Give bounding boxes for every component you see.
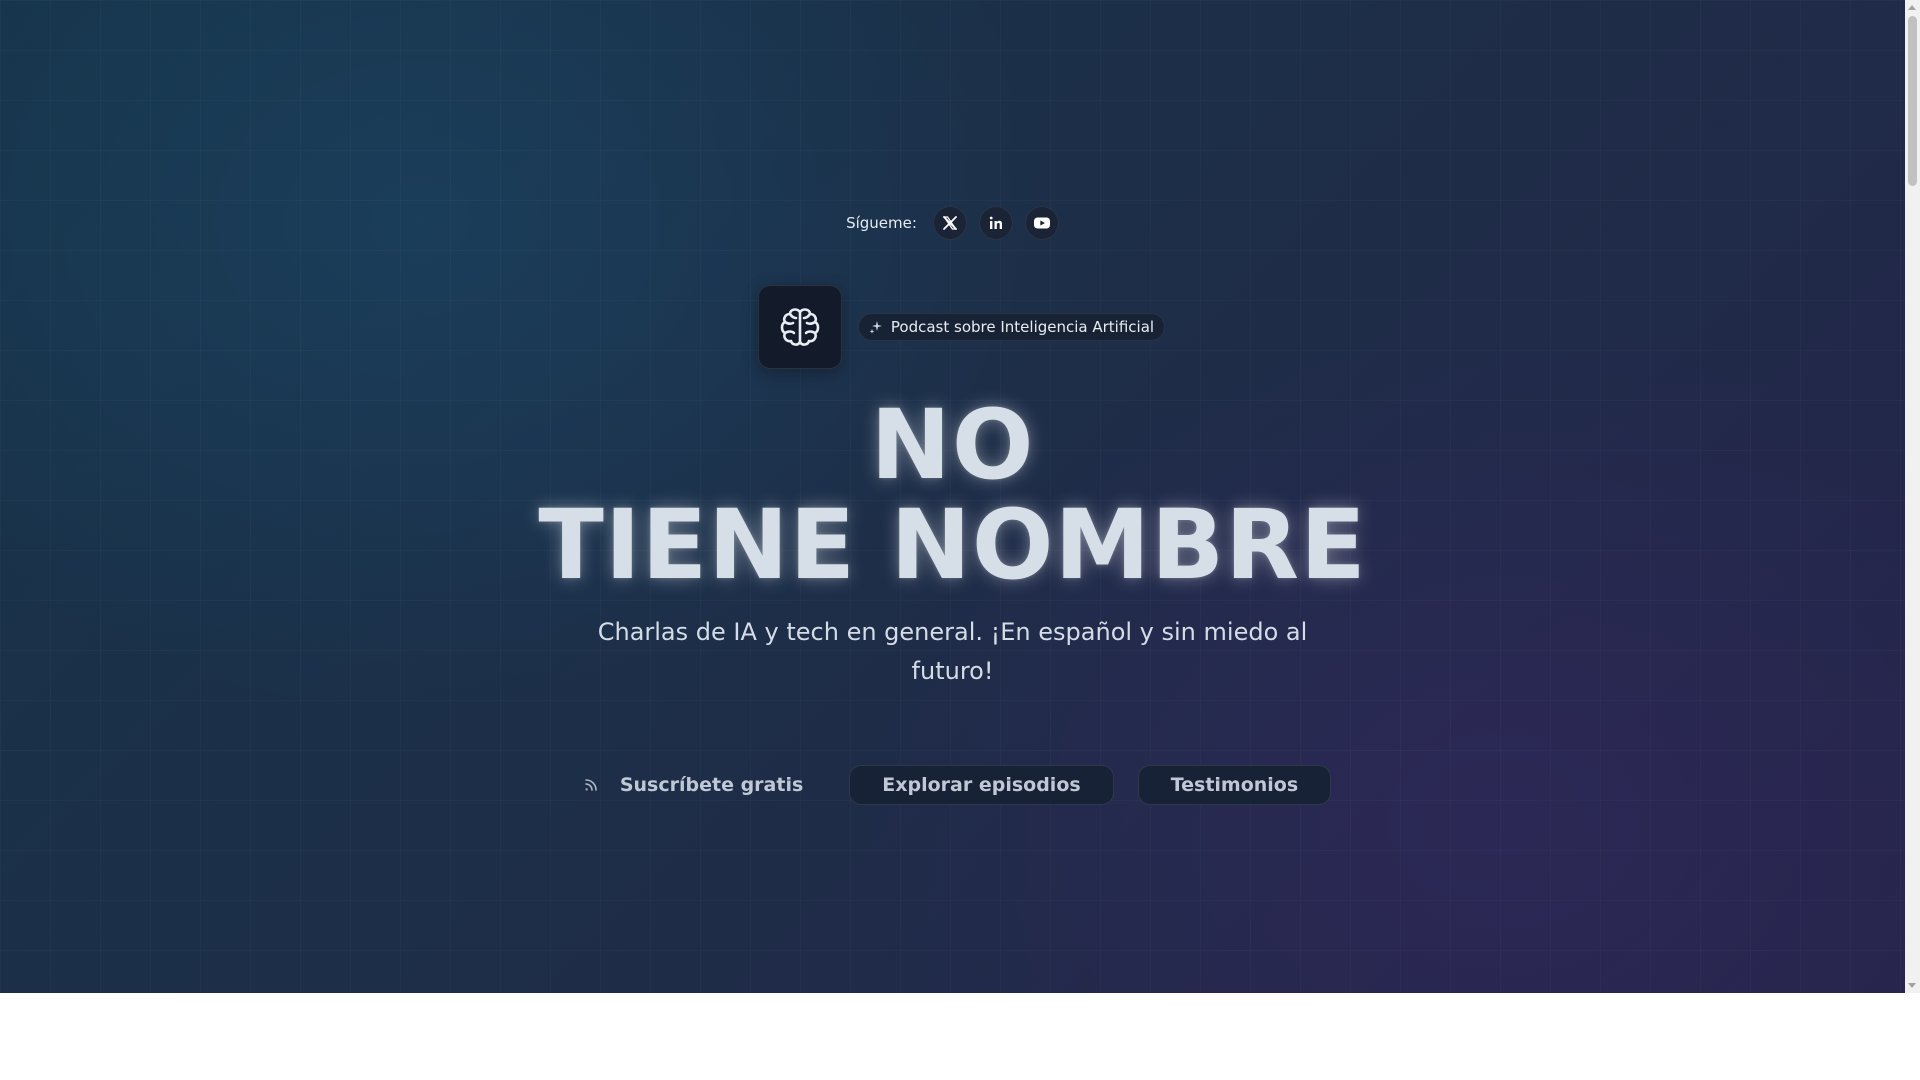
subscribe-button[interactable]: Suscríbete gratis	[574, 765, 825, 805]
hero-section: Sígueme: Podcast sobre Inteligencia Arti…	[0, 0, 1905, 993]
x-twitter-icon	[942, 216, 957, 230]
x-twitter-link[interactable]	[932, 206, 967, 240]
testimonials-label: Testimonios	[1170, 774, 1299, 796]
vertical-scrollbar[interactable]	[1905, 0, 1920, 993]
linkedin-link[interactable]	[978, 206, 1013, 240]
scroll-up-arrow-icon[interactable]	[1908, 5, 1916, 10]
cta-row: Suscríbete gratis Explorar episodios Tes…	[0, 765, 1905, 805]
rss-icon	[585, 779, 597, 791]
linkedin-icon	[989, 216, 1002, 229]
subtitle: Charlas de IA y tech en general. ¡En esp…	[597, 618, 1308, 685]
subscribe-label: Suscríbete gratis	[619, 774, 804, 796]
sparkles-icon	[869, 321, 882, 334]
logo	[757, 285, 842, 369]
scroll-down-arrow-icon[interactable]	[1908, 983, 1916, 988]
youtube-link[interactable]	[1024, 206, 1059, 240]
brain-icon	[780, 308, 820, 346]
page-title: NO TIENE NOMBRE	[0, 395, 1905, 595]
podcast-badge: Podcast sobre Inteligencia Artificial	[857, 313, 1166, 341]
follow-row: Sígueme:	[0, 206, 1905, 240]
follow-label: Sígueme:	[846, 214, 917, 232]
brand-row: Podcast sobre Inteligencia Artificial	[0, 285, 1905, 369]
title-line-2: TIENE NOMBRE	[538, 489, 1367, 601]
subtitle-wrap: Charlas de IA y tech en general. ¡En esp…	[0, 613, 1905, 691]
explore-label: Explorar episodios	[882, 774, 1081, 796]
explore-episodes-button[interactable]: Explorar episodios	[849, 765, 1114, 805]
badge-label: Podcast sobre Inteligencia Artificial	[890, 318, 1155, 336]
scroll-thumb[interactable]	[1908, 16, 1917, 186]
testimonials-button[interactable]: Testimonios	[1137, 765, 1332, 805]
title-line-1: NO	[870, 389, 1035, 501]
youtube-icon	[1033, 217, 1050, 229]
